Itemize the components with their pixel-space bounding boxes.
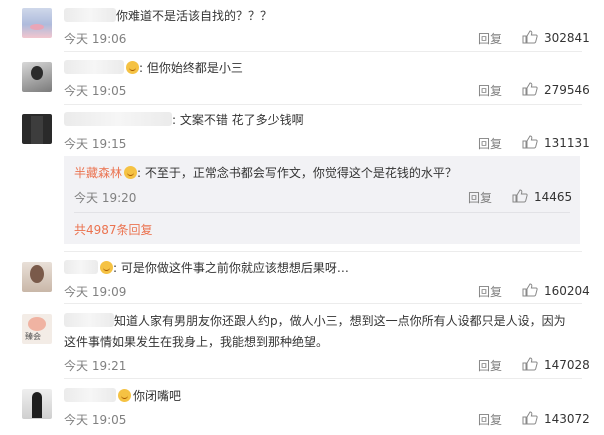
more-replies-link[interactable]: 共4987条回复 (74, 221, 153, 238)
username-blurred[interactable] (64, 60, 124, 74)
like-count: 160204 (544, 284, 590, 298)
comment-content: 你难道不是活该自找的？？？ (64, 8, 272, 24)
comment-text: : 可是你做这件事之前你就应该想想后果呀… (113, 261, 349, 275)
smile-emoji-icon (118, 389, 131, 402)
thumbs-up-icon (522, 82, 538, 96)
thumbs-up-icon (522, 135, 538, 149)
smile-emoji-icon (100, 261, 113, 274)
thumbs-up-icon (522, 283, 538, 297)
comment-text: : 文案不错 花了多少钱啊 (172, 113, 304, 127)
username-blurred[interactable] (64, 260, 98, 274)
like-count: 279546 (544, 83, 590, 97)
reply-text: : 不至于，正常念书都会写作文，你觉得这个是花钱的水平？ (137, 166, 457, 180)
comment-text-line2: 这件事情如果发生在我身上，我能想到那种绝望。 (64, 335, 329, 349)
comment-content: 你闭嘴吧 (64, 388, 181, 404)
comment-content-continued: 这件事情如果发生在我身上，我能想到那种绝望。 (64, 334, 328, 350)
reply-button[interactable]: 回复 (478, 357, 502, 374)
thumbs-up-icon (512, 189, 528, 203)
thumbs-up-icon (522, 30, 538, 44)
comment-text: 你闭嘴吧 (133, 389, 182, 403)
reply-button[interactable]: 回复 (478, 135, 502, 152)
comment-content: : 可是你做这件事之前你就应该想想后果呀… (64, 260, 349, 276)
like-button[interactable]: 279546 (522, 82, 590, 97)
divider (64, 51, 582, 52)
reply-button[interactable]: 回复 (478, 283, 502, 300)
like-button[interactable]: 131131 (522, 135, 590, 150)
like-button[interactable]: 302841 (522, 30, 590, 45)
divider (64, 251, 582, 252)
comment-content: : 文案不错 花了多少钱啊 (64, 112, 304, 128)
divider (74, 212, 570, 213)
comment-time: 今天 19:09 (64, 285, 127, 299)
comment-text: 你难道不是活该自找的？？？ (116, 9, 273, 23)
like-count: 143072 (544, 412, 590, 426)
comment-content: : 但你始终都是小三 (64, 60, 243, 76)
divider (64, 104, 582, 105)
reply-button[interactable]: 回复 (478, 411, 502, 428)
reply-button[interactable]: 回复 (468, 189, 492, 206)
avatar[interactable] (22, 62, 52, 92)
avatar-caption: 臻会 (25, 332, 41, 341)
avatar[interactable] (22, 114, 52, 144)
reply-button[interactable]: 回复 (478, 82, 502, 99)
like-button[interactable]: 14465 (512, 189, 572, 204)
avatar[interactable]: 臻会 (22, 314, 52, 344)
comment-text-line1: 知道人家有男朋友你还跟人约p，做人小三，想到这一点你所有人设都只是人设，因为 (114, 314, 566, 328)
username-blurred[interactable] (64, 112, 172, 126)
username-blurred[interactable] (64, 388, 116, 402)
thumbs-up-icon (522, 357, 538, 371)
comment-time: 今天 19:15 (64, 137, 127, 151)
smile-emoji-icon (126, 61, 139, 74)
smile-emoji-icon (124, 166, 138, 179)
reply-content: 半藏森林 : 不至于，正常念书都会写作文，你觉得这个是花钱的水平？ (74, 165, 457, 181)
reply-time: 今天 19:20 (74, 191, 137, 205)
username-blurred[interactable] (64, 8, 116, 22)
avatar[interactable] (22, 262, 52, 292)
comment-time: 今天 19:05 (64, 413, 127, 427)
like-count: 14465 (534, 190, 573, 204)
comment-content: 知道人家有男朋友你还跟人约p，做人小三，想到这一点你所有人设都只是人设，因为 (64, 313, 566, 329)
thumbs-up-icon (522, 411, 538, 425)
comment-list: 你难道不是活该自找的？？？ 今天 19:06 回复 302841 : 但你始终都… (0, 0, 604, 435)
comment-time: 今天 19:05 (64, 84, 127, 98)
comment-time: 今天 19:21 (64, 359, 127, 373)
reply-username[interactable]: 半藏森林 (74, 166, 122, 180)
like-count: 147028 (544, 358, 590, 372)
username-blurred[interactable] (64, 313, 114, 327)
like-count: 131131 (544, 136, 590, 150)
reply-button[interactable]: 回复 (478, 30, 502, 47)
like-count: 302841 (544, 31, 590, 45)
avatar[interactable] (22, 389, 52, 419)
like-button[interactable]: 160204 (522, 283, 590, 298)
comment-time: 今天 19:06 (64, 32, 127, 46)
avatar-face (28, 317, 46, 331)
divider (64, 303, 582, 304)
reply-thread: 半藏森林 : 不至于，正常念书都会写作文，你觉得这个是花钱的水平？ 今天 19:2… (64, 156, 580, 244)
avatar[interactable] (22, 8, 52, 38)
divider (64, 378, 582, 379)
comment-text: : 但你始终都是小三 (139, 61, 243, 75)
like-button[interactable]: 147028 (522, 357, 590, 372)
like-button[interactable]: 143072 (522, 411, 590, 426)
